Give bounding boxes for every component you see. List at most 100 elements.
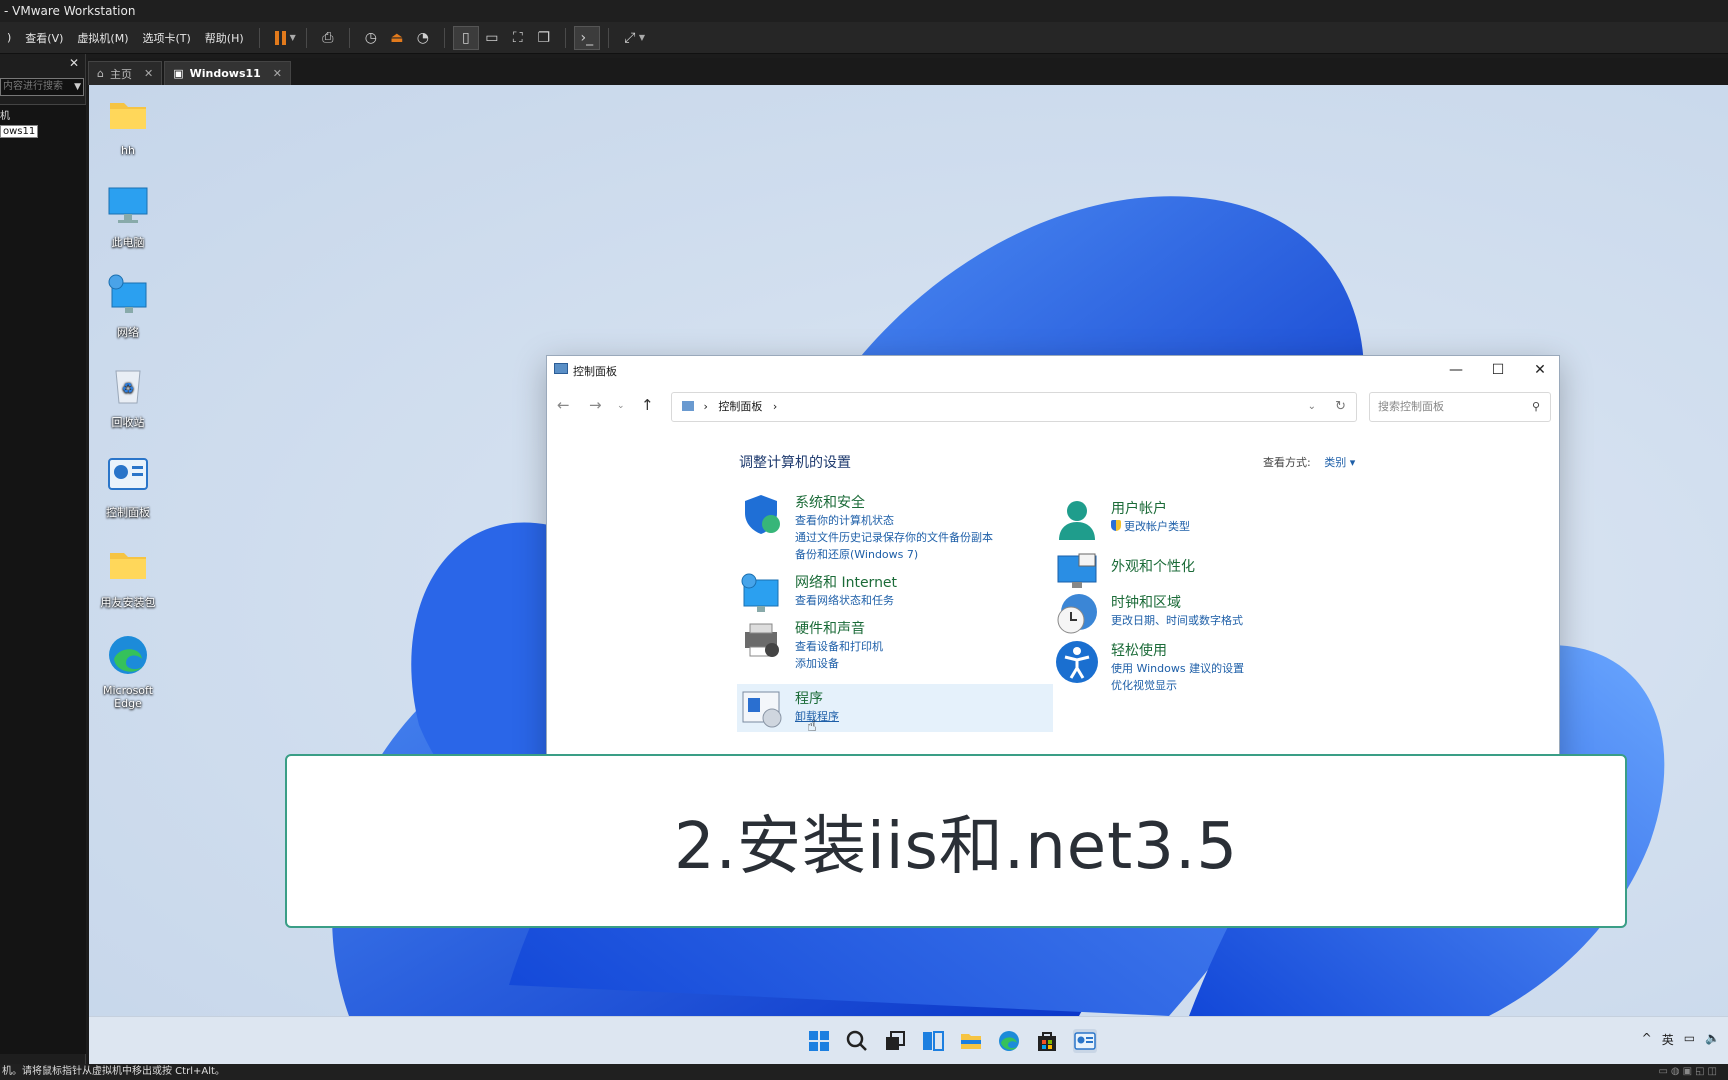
close-icon[interactable]: ✕ — [144, 67, 153, 80]
window-title: 控制面板 — [573, 365, 617, 378]
library-node-windows11[interactable]: ows11 — [0, 125, 39, 138]
store-icon[interactable] — [1035, 1029, 1059, 1053]
search-icon[interactable]: ⚲ — [1532, 393, 1540, 421]
uac-shield-icon — [1111, 520, 1121, 531]
svg-text:♻: ♻ — [122, 381, 135, 397]
category-system-security[interactable]: 系统和安全 查看你的计算机状态 通过文件历史记录保存你的文件备份副本 备份和还原… — [739, 492, 1059, 561]
revert-snapshot-icon[interactable]: ⏏ — [384, 26, 410, 50]
thumbnail-view-icon[interactable]: ▭ — [479, 26, 505, 50]
search-input[interactable]: 搜索控制面板 ⚲ — [1369, 392, 1551, 422]
link-network-status[interactable]: 查看网络状态和任务 — [795, 592, 894, 609]
menu-vm[interactable]: 虚拟机(M) — [70, 30, 135, 46]
desktop-icon-recycle-bin[interactable]: ♻ 回收站 — [93, 363, 163, 430]
category-hardware-sound[interactable]: 硬件和声音 查看设备和打印机 添加设备 — [739, 618, 1059, 670]
widgets-icon[interactable] — [921, 1029, 945, 1053]
category-network-internet[interactable]: 网络和 Internet 查看网络状态和任务 — [739, 572, 1059, 614]
tab-home[interactable]: ⌂ 主页 ✕ — [88, 61, 163, 85]
category-programs[interactable]: 程序 卸载程序 ☝ — [737, 684, 1053, 735]
device-status-icons[interactable]: ▭◍▣◱◫ — [1658, 1064, 1720, 1080]
view-by-selector[interactable]: 查看方式: 类别 ▾ — [1263, 454, 1355, 470]
desktop-icon-control-panel[interactable]: 控制面板 — [93, 453, 163, 520]
refresh-icon[interactable]: ↻ — [1335, 393, 1346, 421]
control-panel-icon — [682, 401, 694, 411]
fullscreen-icon[interactable]: ⛶ — [505, 26, 531, 50]
send-keys-icon[interactable]: ⎙ — [315, 26, 341, 50]
network-status-icon[interactable]: ▭ — [1684, 1031, 1695, 1048]
category-title[interactable]: 外观和个性化 — [1111, 556, 1195, 576]
category-title[interactable]: 程序 — [795, 688, 823, 708]
up-arrow-icon[interactable]: ↑ — [641, 396, 654, 414]
desktop-icon-hh[interactable]: hh — [93, 93, 163, 157]
snapshot-manager-icon[interactable]: ◔ — [410, 26, 436, 50]
caption-overlay: 2.安装iis和.net3.5 — [285, 754, 1627, 928]
menu-toolbar: ) 查看(V) 虚拟机(M) 选项卡(T) 帮助(H) ▼ ⎙ ◷ ⏏ ◔ ▯ … — [0, 22, 1728, 54]
desktop-icon-yonyou-installer[interactable]: 用友安装包 — [93, 543, 163, 610]
category-title[interactable]: 用户帐户 — [1111, 498, 1167, 518]
link-backup-restore[interactable]: 备份和还原(Windows 7) — [795, 546, 993, 563]
menu-tabs[interactable]: 选项卡(T) — [135, 30, 197, 46]
desktop-icon-network[interactable]: 网络 — [93, 273, 163, 340]
ime-indicator[interactable]: 英 — [1662, 1031, 1674, 1048]
category-links: 查看你的计算机状态 通过文件历史记录保存你的文件备份副本 备份和还原(Windo… — [795, 512, 993, 563]
status-bar: 机。请将鼠标指针从虚拟机中移出或按 Ctrl+Alt。 ▭◍▣◱◫ — [0, 1064, 1728, 1080]
library-node-my-computer[interactable]: 机 — [0, 107, 10, 122]
maximize-button[interactable]: ☐ — [1483, 360, 1513, 380]
close-icon[interactable]: ✕ — [69, 56, 79, 70]
snapshot-icon[interactable]: ◷ — [358, 26, 384, 50]
menu-help[interactable]: 帮助(H) — [198, 30, 251, 46]
category-links: 更改帐户类型 — [1111, 518, 1190, 535]
system-tray: ^ 英 ▭ 🔈 — [1642, 1031, 1728, 1048]
link-change-account-type[interactable]: 更改帐户类型 — [1111, 518, 1190, 535]
minimize-button[interactable]: — — [1441, 360, 1471, 380]
chevron-down-icon[interactable]: ▼ — [74, 79, 81, 95]
close-button[interactable]: ✕ — [1525, 360, 1555, 380]
volume-icon[interactable]: 🔈 — [1705, 1031, 1720, 1048]
control-panel-icon[interactable] — [1073, 1029, 1097, 1053]
category-title[interactable]: 网络和 Internet — [795, 572, 897, 592]
breadcrumb[interactable]: 控制面板 — [718, 400, 762, 413]
search-icon[interactable] — [845, 1029, 869, 1053]
chevron-down-icon[interactable]: ▼ — [639, 33, 645, 42]
link-optimize-display[interactable]: 优化视觉显示 — [1111, 677, 1244, 694]
category-title[interactable]: 硬件和声音 — [795, 618, 865, 638]
status-text: 机。请将鼠标指针从虚拟机中移出或按 Ctrl+Alt。 — [2, 1066, 225, 1077]
menu-item-partial[interactable]: ) — [0, 31, 18, 44]
back-arrow-icon[interactable]: ← — [557, 396, 570, 414]
start-icon[interactable] — [807, 1029, 831, 1053]
library-search-input[interactable]: 内容进行搜索 ▼ — [0, 78, 84, 96]
edge-icon[interactable] — [997, 1029, 1021, 1053]
window-title-bar[interactable]: 控制面板 — ☐ ✕ — [547, 356, 1559, 384]
chevron-down-icon[interactable]: ⌄ — [1308, 393, 1316, 421]
menu-view[interactable]: 查看(V) — [18, 30, 70, 46]
unity-icon[interactable]: ❐ — [531, 26, 557, 50]
user-icon — [1059, 501, 1095, 540]
link-add-device[interactable]: 添加设备 — [795, 655, 883, 672]
chevron-down-icon[interactable]: ▼ — [290, 33, 296, 42]
link-change-date-time[interactable]: 更改日期、时间或数字格式 — [1111, 612, 1243, 629]
address-bar[interactable]: › 控制面板 › ⌄ ↻ — [671, 392, 1357, 422]
recent-locations-icon[interactable]: ⌄ — [617, 401, 625, 411]
link-view-computer-status[interactable]: 查看你的计算机状态 — [795, 512, 993, 529]
library-view-icon[interactable]: ▯ — [452, 25, 479, 50]
console-icon[interactable]: ›_ — [573, 25, 600, 50]
link-recommended-settings[interactable]: 使用 Windows 建议的设置 — [1111, 660, 1244, 677]
category-title[interactable]: 轻松使用 — [1111, 640, 1167, 660]
category-user-accounts[interactable]: 用户帐户 更改帐户类型 — [1055, 498, 1375, 542]
file-explorer-icon[interactable] — [959, 1029, 983, 1053]
link-uninstall-program[interactable]: 卸载程序 — [795, 708, 839, 725]
tab-windows11[interactable]: ▣ Windows11 ✕ — [164, 61, 292, 85]
category-ease-of-access[interactable]: 轻松使用 使用 Windows 建议的设置 优化视觉显示 — [1055, 640, 1375, 692]
category-title[interactable]: 时钟和区域 — [1111, 592, 1181, 612]
category-title[interactable]: 系统和安全 — [795, 492, 865, 512]
desktop-icon-edge[interactable]: Microsoft Edge — [93, 633, 163, 710]
tray-chevron-icon[interactable]: ^ — [1642, 1031, 1652, 1048]
link-devices-printers[interactable]: 查看设备和打印机 — [795, 638, 883, 655]
category-appearance[interactable]: 外观和个性化 — [1055, 550, 1375, 588]
desktop-icon-this-pc[interactable]: 此电脑 — [93, 183, 163, 250]
view-by-dropdown[interactable]: 类别 ▾ — [1324, 456, 1355, 469]
forward-arrow-icon[interactable]: → — [589, 396, 602, 414]
link-file-history[interactable]: 通过文件历史记录保存你的文件备份副本 — [795, 529, 993, 546]
category-clock-region[interactable]: 时钟和区域 更改日期、时间或数字格式 — [1055, 592, 1375, 634]
task-view-icon[interactable] — [883, 1029, 907, 1053]
close-icon[interactable]: ✕ — [273, 67, 282, 80]
